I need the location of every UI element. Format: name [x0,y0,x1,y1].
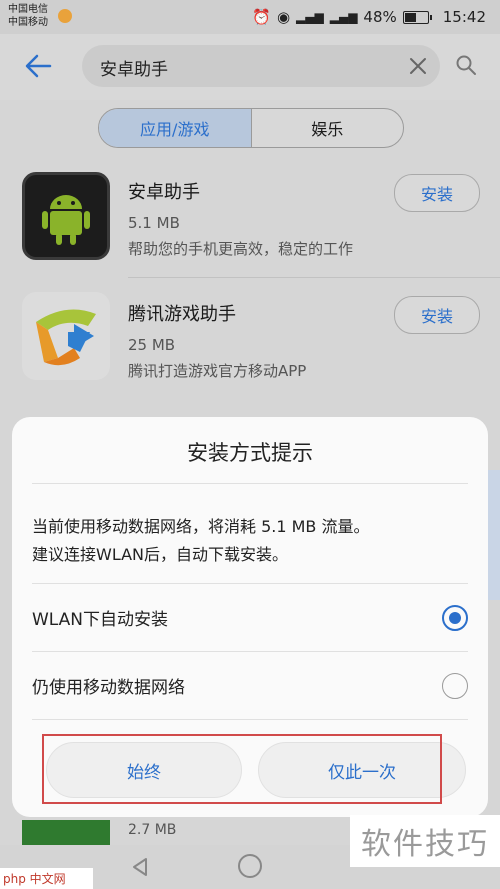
search-icon[interactable] [455,54,477,76]
carrier-2: 中国移动 [8,17,48,28]
option-wlan-auto-install[interactable]: WLAN下自动安装 [32,585,468,651]
nav-back-icon[interactable] [128,855,152,879]
divider [32,483,468,484]
option-use-mobile-data[interactable]: 仍使用移动数据网络 [32,653,468,719]
option-label: 仍使用移动数据网络 [32,678,185,698]
dialog-message: 当前使用移动数据网络，将消耗 5.1 MB 流量。 建议连接WLAN后，自动下载… [32,513,472,569]
list-item[interactable]: 安卓助手 5.1 MB 帮助您的手机更高效，稳定的工作 安装 [0,160,500,280]
partial-app-icon [22,820,110,845]
signal-icon-2: ▂▄▆ [329,10,358,24]
app-size: 5.1 MB [128,214,180,232]
divider [128,277,500,278]
option-label: WLAN下自动安装 [32,610,169,630]
install-button[interactable]: 安装 [394,174,480,212]
highlight-box [42,734,442,804]
clear-icon[interactable] [406,54,430,78]
battery-percent: 48% [363,8,397,26]
search-input[interactable]: 安卓助手 [82,45,440,87]
android-app-icon [22,172,110,260]
status-icons: ⏰ ◉ ▂▄▆ ▂▄▆ 48% 15:42 [252,8,486,26]
radio-selected[interactable] [442,605,468,631]
watermark-logo: php 中文网 [0,868,93,889]
carrier-1: 中国电信 [8,4,48,15]
list-item[interactable]: 腾讯游戏助手 25 MB 腾讯打造游戏官方移动APP 安装 [0,282,500,402]
clock: 15:42 [442,8,486,26]
category-tabs: 应用/游戏 娱乐 [98,108,404,148]
alarm-icon: ⏰ [252,8,271,26]
weibo-icon [58,9,72,23]
divider [32,583,468,584]
divider [32,719,468,720]
install-button[interactable]: 安装 [394,296,480,334]
tab-entertainment[interactable]: 娱乐 [252,109,404,147]
app-size: 25 MB [128,336,176,354]
divider [32,651,468,652]
status-bar: 中国电信 中国移动 ⏰ ◉ ▂▄▆ ▂▄▆ 48% 15:42 [0,0,500,34]
tencent-game-icon [22,292,110,380]
back-arrow-icon[interactable] [22,50,54,82]
app-bar: 安卓助手 [0,34,500,100]
watermark-logo-text: php 中文网 [3,872,66,886]
dialog-message-line-1: 当前使用移动数据网络，将消耗 5.1 MB 流量。 [32,517,370,536]
nav-home-icon[interactable] [238,854,262,878]
app-description: 腾讯打造游戏官方移动APP [128,362,307,380]
dialog-title: 安装方式提示 [187,441,313,465]
eye-comfort-icon: ◉ [276,8,291,26]
battery-icon [402,10,432,24]
search-value: 安卓助手 [100,60,168,80]
tab-apps-games[interactable]: 应用/游戏 [99,109,252,147]
partial-app-size: 2.7 MB [128,822,177,838]
signal-icon: ▂▄▆ [296,10,324,24]
watermark: 软件技巧 [350,815,500,867]
background-peek [488,470,500,600]
radio-unselected[interactable] [442,673,468,699]
dialog-message-line-2: 建议连接WLAN后，自动下载安装。 [32,545,289,564]
app-description: 帮助您的手机更高效，稳定的工作 [128,240,354,258]
app-name: 安卓助手 [128,182,200,203]
app-name: 腾讯游戏助手 [128,304,236,325]
